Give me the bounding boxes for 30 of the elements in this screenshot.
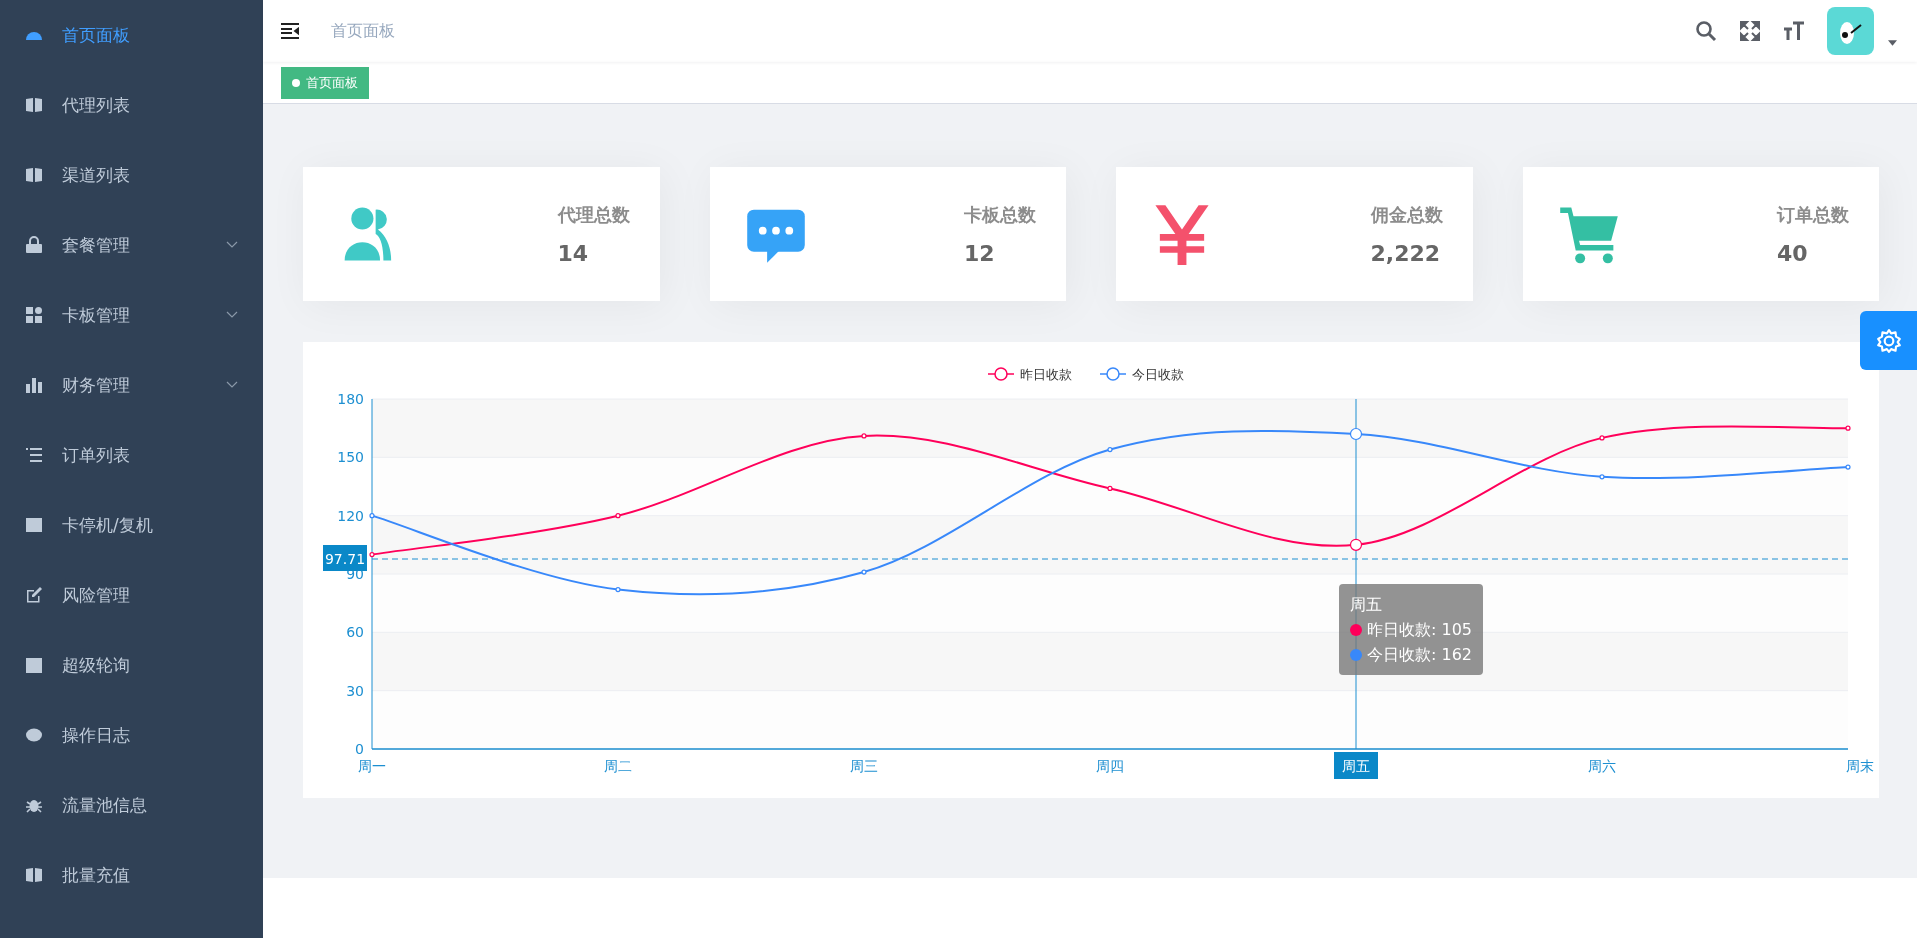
stat-value: 40 (1777, 240, 1809, 266)
x-tick-label: 周一 (358, 758, 386, 774)
breadcrumb: 首页面板 (331, 20, 395, 42)
stat-value: 12 (964, 240, 996, 266)
legend-label: 今日收款 (1132, 367, 1184, 382)
ref-line-label: 97.71 (324, 551, 366, 568)
y-tick-label: 180 (337, 391, 364, 407)
y-tick-label: 30 (346, 682, 364, 699)
tooltip-title: 周五 (1350, 594, 1383, 616)
tooltip-row-text: 昨日收款: 105 (1367, 619, 1472, 641)
stat-value: 14 (557, 240, 590, 266)
y-tick-label: 0 (355, 741, 364, 757)
y-tick-label: 60 (346, 624, 364, 641)
x-tick-label: 周四 (1096, 758, 1124, 774)
x-tick-label: 周五 (1342, 758, 1370, 774)
stat-label: 卡板总数 (964, 202, 1036, 227)
x-tick-label: 周末 (1846, 758, 1874, 774)
stat-value: 2,222 (1370, 240, 1442, 266)
stat-label: 佣金总数 (1370, 202, 1443, 227)
y-tick-label: 120 (337, 507, 364, 524)
stat-label: 代理总数 (557, 202, 630, 227)
x-pointer-label: 周五 (1334, 752, 1378, 779)
y-tick-label: 150 (337, 449, 364, 466)
y-pointer-label: 97.71 (323, 545, 367, 571)
stat-label: 订单总数 (1777, 202, 1849, 227)
tooltip-row-text: 今日收款: 162 (1367, 644, 1472, 666)
legend-label: 昨日收款 (1020, 367, 1072, 382)
x-tick-label: 周三 (850, 758, 878, 774)
x-tick-label: 周六 (1588, 758, 1616, 774)
x-tick-label: 周二 (604, 758, 632, 774)
